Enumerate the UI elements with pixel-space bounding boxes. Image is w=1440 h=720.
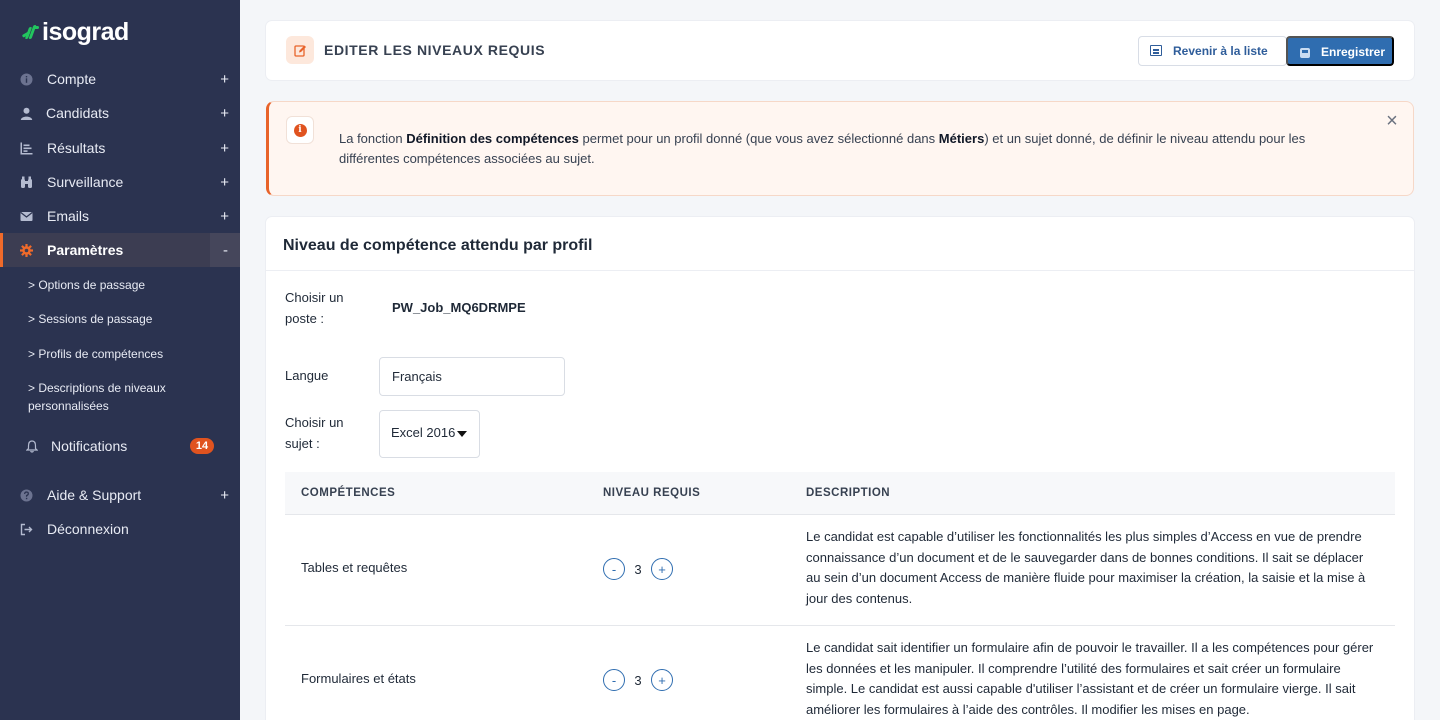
sidebar-item-label: Candidats [46,105,110,121]
subject-value: Excel 2016 [391,425,456,440]
expand-toggle[interactable]: + [220,174,229,191]
binoculars-icon [20,176,33,189]
column-header-competences: COMPÉTENCES [301,487,396,499]
competence-description: Le candidat sait identifier un formulair… [806,640,1374,717]
close-icon[interactable]: × [1383,111,1401,131]
info-icon: i [293,123,307,137]
column-header-niveau: NIVEAU REQUIS [603,487,701,499]
sidebar-item-label: Notifications [51,438,128,454]
info-alert: i La fonction Définition des compétences… [266,101,1414,196]
sidebar-item-emails[interactable]: Emails + [0,199,240,233]
level-value: 3 [634,561,642,577]
column-header-description: DESCRIPTION [806,487,891,499]
alert-icon-box: i [286,116,314,144]
level-value: 3 [634,672,642,688]
table-row: Formulaires et états - 3 + Le candidat s… [285,626,1395,720]
competence-description: Le candidat est capable d’utiliser les f… [806,529,1366,606]
gear-icon [20,243,33,257]
increment-button[interactable]: + [651,558,673,580]
save-button[interactable]: Enregistrer [1286,36,1394,66]
envelope-icon [20,210,33,223]
logout-icon [20,523,33,536]
back-to-list-label: Revenir à la liste [1173,44,1268,58]
sidebar-item-resultats[interactable]: Résultats + [0,131,240,165]
sidebar: isograd Compte + Candidats + Résultats +… [0,0,240,720]
sidebar-subitem-sessions-passage[interactable]: > Sessions de passage [28,310,228,328]
help-circle-icon [20,489,33,502]
sidebar-item-deconnexion[interactable]: Déconnexion [0,512,240,546]
isograd-logo[interactable]: isograd [21,17,129,46]
save-label: Enregistrer [1321,45,1386,59]
alert-text-part: permet pour un profil donné (que vous av… [578,131,939,146]
divider [266,270,1414,271]
expand-toggle[interactable]: + [220,208,229,225]
info-circle-icon [20,73,33,86]
page-title: EDITER LES NIVEAUX REQUIS [324,42,546,58]
expand-toggle[interactable]: + [220,105,229,122]
sidebar-subitem-descriptions-niveaux[interactable]: > Descriptions de niveaux personnalisées [28,379,198,415]
collapse-toggle[interactable]: - [223,242,228,259]
subject-select[interactable]: Excel 2016 [379,410,480,458]
alert-text-bold: Définition des compétences [406,131,579,146]
back-to-list-button[interactable]: Revenir à la liste [1138,36,1287,66]
card-title: Niveau de compétence attendu par profil [283,237,593,254]
sidebar-item-aide-support[interactable]: Aide & Support + [0,478,240,512]
sidebar-item-candidats[interactable]: Candidats + [0,96,240,130]
sidebar-item-label: Surveillance [47,174,124,190]
expand-toggle[interactable]: + [220,140,229,157]
expand-toggle[interactable]: + [220,487,229,504]
notifications-count-badge: 14 [190,438,214,454]
sidebar-item-surveillance[interactable]: Surveillance + [0,165,240,199]
sidebar-item-compte[interactable]: Compte + [0,62,240,96]
logo-text: isograd [42,17,129,46]
alert-text-bold: Métiers [938,131,985,146]
table-row: Tables et requêtes - 3 + Le candidat est… [285,515,1395,626]
caret-down-icon [457,431,467,437]
language-label: Langue [285,368,329,383]
edit-icon [286,36,314,64]
level-stepper: - 3 + [603,557,673,581]
competence-name: Tables et requêtes [301,560,408,575]
expand-toggle[interactable]: + [220,71,229,88]
page-header: EDITER LES NIVEAUX REQUIS Revenir à la l… [266,21,1414,80]
language-value: Français [392,369,442,384]
competence-levels-card: Niveau de compétence attendu par profil … [266,217,1414,720]
level-stepper: - 3 + [603,668,673,692]
sidebar-item-parametres[interactable]: Paramètres - [0,233,240,267]
sidebar-item-label: Résultats [47,140,106,156]
floppy-disk-icon [1300,48,1310,58]
decrement-button[interactable]: - [603,558,625,580]
table-header: COMPÉTENCES NIVEAU REQUIS DESCRIPTION [285,472,1395,515]
increment-button[interactable]: + [651,669,673,691]
sidebar-item-label: Paramètres [47,242,124,258]
user-icon [20,107,33,120]
post-value: PW_Job_MQ6DRMPE [392,300,526,315]
sidebar-subitem-profils-competences[interactable]: > Profils de compétences [28,345,228,363]
alert-message: La fonction Définition des compétences p… [339,129,1349,168]
competence-name: Formulaires et états [301,671,416,686]
post-label: Choisir un poste : [285,290,344,326]
decrement-button[interactable]: - [603,669,625,691]
logo-mark-icon [21,24,39,40]
sidebar-item-label: Aide & Support [47,487,142,503]
language-input[interactable]: Français [379,357,565,396]
sidebar-subitem-options-passage[interactable]: > Options de passage [28,276,228,294]
alert-text-part: La fonction [339,131,407,146]
subject-label: Choisir un sujet : [285,415,344,451]
sidebar-item-label: Emails [47,208,90,224]
list-chart-icon [20,142,33,155]
list-icon [1150,45,1162,56]
bell-icon [25,439,38,453]
sidebar-item-label: Déconnexion [47,521,129,537]
sidebar-item-label: Compte [47,71,97,87]
